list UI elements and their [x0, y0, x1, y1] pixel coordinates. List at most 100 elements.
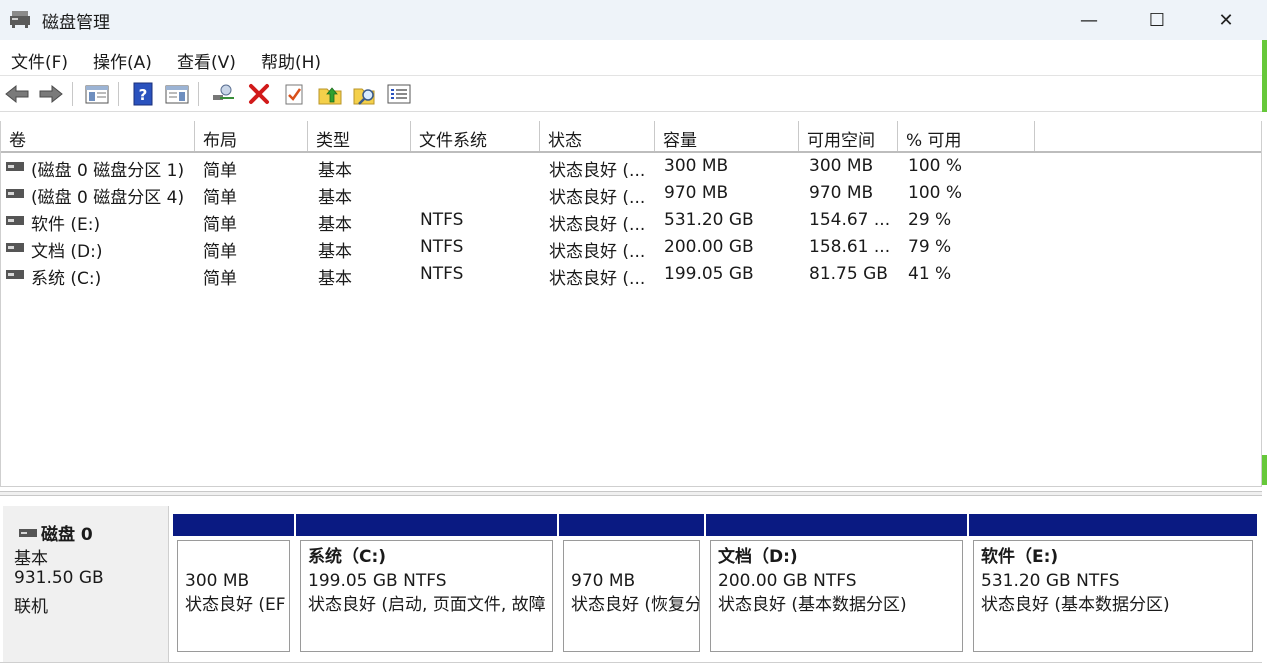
partition-size: 970 MB: [571, 571, 636, 591]
table-row[interactable]: (磁盘 0 磁盘分区 1) 简单 基本 状态良好 (... 300 MB 300…: [1, 153, 1261, 181]
back-arrow-icon[interactable]: [4, 82, 30, 106]
disk-graphical-view: 磁盘 0 基本 931.50 GB 联机 300 MB 状态良好 (EF 系统（…: [0, 500, 1262, 669]
connect-disk-icon[interactable]: [210, 82, 236, 106]
column-header-filesystem[interactable]: 文件系统: [411, 121, 540, 151]
toolbar-separator: [118, 82, 119, 106]
partition-title: [185, 545, 282, 569]
partition-bar: [969, 514, 1257, 536]
help-icon[interactable]: ?: [130, 82, 156, 106]
cell-layout: 简单: [203, 161, 237, 181]
disk-management-app-icon: [10, 11, 30, 28]
maximize-icon: ☐: [1148, 9, 1166, 31]
column-header-status[interactable]: 状态: [540, 121, 655, 151]
volume-icon: [6, 189, 24, 198]
cell-capacity: 199.05 GB: [664, 264, 754, 284]
minimize-button[interactable]: —: [1057, 0, 1121, 40]
pane-splitter[interactable]: [0, 491, 1262, 496]
cell-percent-free: 79 %: [908, 237, 952, 257]
svg-text:?: ?: [139, 86, 148, 104]
up-folder-icon[interactable]: [317, 82, 343, 106]
partition-bar: [296, 514, 557, 536]
column-header-type[interactable]: 类型: [308, 121, 411, 151]
cell-type: 基本: [318, 188, 352, 208]
action-pane-icon[interactable]: [164, 82, 190, 106]
menu-view[interactable]: 查看(V): [177, 48, 236, 73]
menu-bar: 文件(F) 操作(A) 查看(V) 帮助(H): [0, 40, 1262, 76]
menu-file[interactable]: 文件(F): [11, 48, 68, 73]
cell-status: 状态良好 (...: [549, 161, 646, 181]
partition-size: 199.05 GB NTFS: [308, 571, 447, 591]
cell-percent-free: 41 %: [908, 264, 952, 284]
table-row[interactable]: 软件 (E:) 简单 基本 NTFS 状态良好 (... 531.20 GB 1…: [1, 207, 1261, 235]
cell-free-space: 300 MB: [809, 156, 874, 176]
cell-volume: 文档 (D:): [31, 242, 103, 262]
partition-efi[interactable]: 300 MB 状态良好 (EF: [173, 514, 294, 656]
cell-free-space: 970 MB: [809, 183, 874, 203]
table-row[interactable]: (磁盘 0 磁盘分区 4) 简单 基本 状态良好 (... 970 MB 970…: [1, 180, 1261, 208]
partition-body: 300 MB 状态良好 (EF: [177, 540, 290, 652]
partition-system-c[interactable]: 系统（C:) 199.05 GB NTFS 状态良好 (启动, 页面文件, 故障: [296, 514, 557, 656]
menu-help[interactable]: 帮助(H): [261, 48, 321, 73]
cell-volume: 系统 (C:): [31, 269, 102, 289]
partition-status: 状态良好 (基本数据分区): [981, 595, 1170, 615]
partition-title: [571, 545, 692, 569]
partition-size: 531.20 GB NTFS: [981, 571, 1120, 591]
partition-documents-d[interactable]: 文档（D:) 200.00 GB NTFS 状态良好 (基本数据分区): [706, 514, 967, 656]
window-title: 磁盘管理: [42, 13, 110, 33]
list-view-icon[interactable]: [386, 82, 412, 106]
cell-filesystem: NTFS: [420, 210, 464, 230]
console-tree-icon[interactable]: [84, 82, 110, 106]
partition-body: 970 MB 状态良好 (恢复分: [563, 540, 700, 652]
column-header-layout[interactable]: 布局: [195, 121, 308, 151]
toolbar-separator: [72, 82, 73, 106]
partition-bar: [559, 514, 704, 536]
list-header: 卷 布局 类型 文件系统 状态 容量 可用空间 % 可用: [1, 121, 1261, 153]
cell-layout: 简单: [203, 269, 237, 289]
column-header-percent-free[interactable]: % 可用: [898, 121, 1035, 151]
cell-free-space: 158.61 ...: [809, 237, 891, 257]
partition-body: 软件（E:) 531.20 GB NTFS 状态良好 (基本数据分区): [973, 540, 1253, 652]
cell-status: 状态良好 (...: [549, 269, 646, 289]
cell-status: 状态良好 (...: [549, 188, 646, 208]
partition-body: 系统（C:) 199.05 GB NTFS 状态良好 (启动, 页面文件, 故障: [300, 540, 553, 652]
disk-row-divider: [0, 662, 1262, 663]
column-header-capacity[interactable]: 容量: [655, 121, 799, 151]
cell-status: 状态良好 (...: [549, 242, 646, 262]
cell-free-space: 154.67 ...: [809, 210, 891, 230]
volume-list[interactable]: 卷 布局 类型 文件系统 状态 容量 可用空间 % 可用 (磁盘 0 磁盘分区 …: [0, 121, 1262, 487]
cell-capacity: 970 MB: [664, 183, 729, 203]
cell-capacity: 531.20 GB: [664, 210, 754, 230]
partition-size: 200.00 GB NTFS: [718, 571, 857, 591]
disk-kind: 基本: [14, 549, 48, 569]
partition-recovery[interactable]: 970 MB 状态良好 (恢复分: [559, 514, 704, 656]
column-header-free-space[interactable]: 可用空间: [799, 121, 898, 151]
cell-layout: 简单: [203, 188, 237, 208]
cell-layout: 简单: [203, 242, 237, 262]
cell-percent-free: 100 %: [908, 183, 963, 203]
cell-volume: (磁盘 0 磁盘分区 4): [31, 188, 185, 208]
column-header-volume[interactable]: 卷: [1, 121, 195, 151]
cell-type: 基本: [318, 215, 352, 235]
cell-percent-free: 29 %: [908, 210, 952, 230]
table-row[interactable]: 文档 (D:) 简单 基本 NTFS 状态良好 (... 200.00 GB 1…: [1, 234, 1261, 262]
volume-icon: [6, 270, 24, 279]
properties-check-icon[interactable]: [281, 82, 307, 106]
cell-filesystem: NTFS: [420, 237, 464, 257]
disk-0-label[interactable]: 磁盘 0 基本 931.50 GB 联机: [3, 506, 169, 662]
disk-icon: [19, 529, 37, 537]
search-folder-icon[interactable]: [352, 82, 378, 106]
volume-icon: [6, 162, 24, 171]
delete-icon[interactable]: [246, 82, 272, 106]
title-bar: 磁盘管理 — ☐ ✕: [0, 0, 1267, 40]
volume-icon: [6, 243, 24, 252]
accent-strip: [1262, 40, 1267, 112]
table-row[interactable]: 系统 (C:) 简单 基本 NTFS 状态良好 (... 199.05 GB 8…: [1, 261, 1261, 289]
partition-title: 文档（D:): [718, 547, 798, 567]
maximize-button[interactable]: ☐: [1125, 0, 1189, 40]
disk-size: 931.50 GB: [14, 568, 104, 588]
forward-arrow-icon[interactable]: [38, 82, 64, 106]
partition-status: 状态良好 (启动, 页面文件, 故障: [308, 595, 546, 615]
partition-software-e[interactable]: 软件（E:) 531.20 GB NTFS 状态良好 (基本数据分区): [969, 514, 1257, 656]
menu-action[interactable]: 操作(A): [93, 48, 152, 73]
close-button[interactable]: ✕: [1194, 0, 1258, 40]
